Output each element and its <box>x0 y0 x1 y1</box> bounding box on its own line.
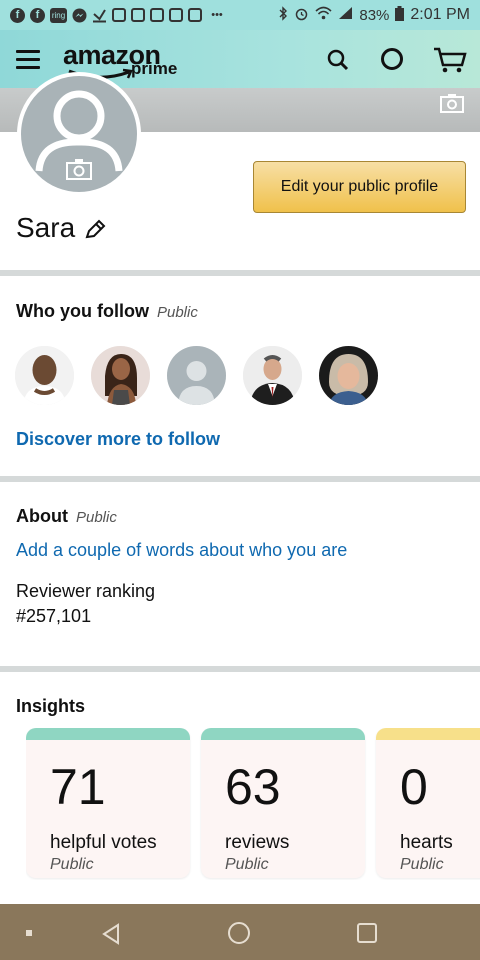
insight-value: 0 <box>400 759 428 815</box>
about-visibility: Public <box>75 509 117 526</box>
cart-icon[interactable] <box>432 46 468 74</box>
insight-card-helpful-votes[interactable]: 71 helpful votes Public <box>26 728 190 878</box>
insight-visibility: Public <box>400 856 444 873</box>
notification-icons: f f ring ••• <box>10 7 227 23</box>
add-bio-link[interactable]: Add a couple of words about who you are <box>16 540 347 561</box>
followed-person-avatar[interactable] <box>243 346 302 405</box>
followed-person-avatar[interactable] <box>91 346 150 405</box>
instagram-icon <box>150 8 164 22</box>
profile-name: Sara <box>16 212 76 243</box>
edit-name-icon[interactable] <box>84 219 106 241</box>
back-icon[interactable] <box>100 922 124 946</box>
system-nav-bar <box>0 904 480 960</box>
cover-camera-icon[interactable] <box>440 93 464 113</box>
system-status: 83% 2:01 PM <box>278 5 470 25</box>
avatar-camera-icon[interactable] <box>66 158 92 180</box>
insight-label: hearts <box>400 832 453 853</box>
battery-icon <box>395 5 405 25</box>
insight-visibility: Public <box>225 856 269 873</box>
follow-avatars <box>15 346 378 405</box>
section-divider <box>0 666 480 672</box>
insight-card-hearts[interactable]: 0 hearts Public <box>376 728 480 878</box>
reviewer-ranking-label: Reviewer ranking <box>16 581 156 601</box>
alarm-icon <box>294 6 309 25</box>
insight-label: helpful votes <box>50 832 157 853</box>
reviewer-ranking-value: #257,101 <box>16 606 92 626</box>
followed-person-avatar[interactable] <box>15 346 74 405</box>
home-icon[interactable] <box>228 922 250 944</box>
card-accent <box>201 728 365 740</box>
menu-icon[interactable] <box>16 50 40 69</box>
follow-visibility: Public <box>156 304 198 321</box>
insight-visibility: Public <box>50 856 94 873</box>
battery-percent: 83% <box>359 6 390 24</box>
facebook-icon: f <box>30 7 45 23</box>
followed-person-avatar-placeholder[interactable] <box>167 346 226 405</box>
edit-profile-button[interactable]: Edit your public profile <box>253 161 466 213</box>
card-accent <box>26 728 190 740</box>
facebook-icon: f <box>10 7 25 23</box>
more-icon: ••• <box>211 9 223 21</box>
search-icon[interactable] <box>326 48 350 72</box>
recent-apps-icon[interactable] <box>357 923 377 943</box>
ring-icon: ring <box>50 7 67 23</box>
about-section-title: About Public <box>16 506 117 527</box>
followed-person-avatar[interactable] <box>319 346 378 405</box>
insight-label: reviews <box>225 832 290 853</box>
insights-title: Insights <box>16 696 86 716</box>
logo-sub: prime <box>131 59 178 78</box>
about-title: About <box>16 506 68 526</box>
mail-icon <box>112 8 126 22</box>
status-bar: f f ring ••• 83% 2:01 PM <box>0 0 480 30</box>
alexa-icon[interactable] <box>381 48 403 70</box>
signal-icon <box>338 6 353 24</box>
wifi-icon <box>315 6 332 24</box>
follow-title: Who you follow <box>16 301 149 321</box>
clock: 2:01 PM <box>410 6 470 23</box>
insight-card-reviews[interactable]: 63 reviews Public <box>201 728 365 878</box>
card-accent <box>376 728 480 740</box>
instagram-icon <box>131 8 145 22</box>
bluetooth-icon <box>278 5 288 25</box>
download-icon <box>92 8 107 23</box>
follow-section-title: Who you follow Public <box>16 301 198 322</box>
section-divider <box>0 270 480 276</box>
insight-value: 71 <box>50 759 106 815</box>
insights-cards[interactable]: 71 helpful votes Public 63 reviews Publi… <box>26 728 480 880</box>
instagram-icon <box>169 8 183 22</box>
messenger-icon <box>72 8 87 23</box>
section-divider <box>0 476 480 482</box>
nav-indicator-icon <box>26 930 32 936</box>
insight-value: 63 <box>225 759 281 815</box>
instagram-icon <box>188 8 202 22</box>
discover-follow-link[interactable]: Discover more to follow <box>16 429 220 450</box>
